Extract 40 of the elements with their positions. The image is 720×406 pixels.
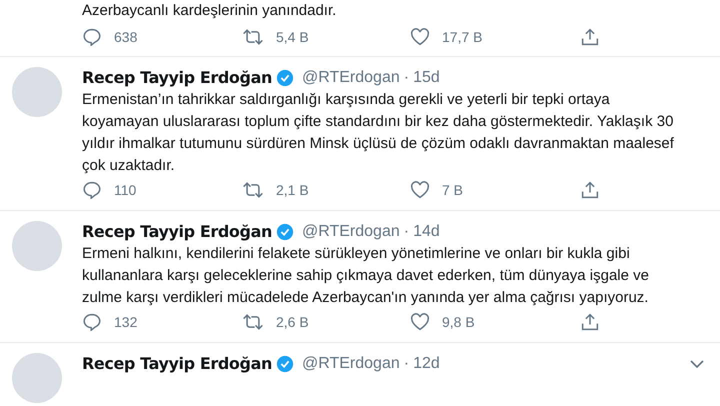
tweet-text: Azerbaycanlı kardeşlerinin yanındadır. xyxy=(82,1,338,21)
author-name[interactable]: Recep Tayyip Erdoğan xyxy=(82,66,272,90)
caret-icon[interactable] xyxy=(690,359,704,369)
heart-icon[interactable] xyxy=(410,28,430,46)
author-handle[interactable]: @RTErdogan xyxy=(302,220,400,244)
verified-badge-icon xyxy=(276,355,294,373)
verified-badge-icon xyxy=(276,223,294,241)
like-count: 17,7 B xyxy=(442,28,482,46)
author-handle[interactable]: @RTErdogan xyxy=(302,352,400,376)
author-name[interactable]: Recep Tayyip Erdoğan xyxy=(82,352,272,376)
verified-badge-icon xyxy=(276,69,294,87)
reply-icon[interactable] xyxy=(82,181,102,199)
reply-icon[interactable] xyxy=(82,28,102,46)
tweet-text: Ermenistan’ın tahrikkar saldırganlığı karşısında gerekli ve yeterli bir tepki ortaya koyamayan uluslararası toplum çifte standardını bir kez daha göstermektedir. Yaklaşık 30 yıldır ihmalkar tutumunu sürdüren Minsk üçlüsü de çözüm odaklı davranmaktan maalesef çok uzaktadır. xyxy=(82,90,675,176)
author-handle[interactable]: @RTErdogan xyxy=(302,66,400,90)
separator-dot: · xyxy=(404,68,410,88)
heart-icon[interactable] xyxy=(410,313,430,331)
share-icon[interactable] xyxy=(580,181,600,199)
tweet-time[interactable]: 12d xyxy=(413,352,440,376)
author-name[interactable]: Recep Tayyip Erdoğan xyxy=(82,220,272,244)
reply-count: 110 xyxy=(114,180,136,200)
reply-icon[interactable] xyxy=(82,313,102,331)
separator-dot: · xyxy=(404,354,410,374)
reply-count: 132 xyxy=(114,312,138,332)
retweet-icon[interactable] xyxy=(242,181,264,199)
tweet-time[interactable]: 14d xyxy=(413,220,440,244)
retweet-icon[interactable] xyxy=(242,313,264,331)
retweet-count: 5,4 B xyxy=(276,28,309,46)
reply-count: 638 xyxy=(114,28,138,46)
retweet-count: 2,6 B xyxy=(276,312,309,332)
like-count: 9,8 B xyxy=(442,312,475,332)
share-icon[interactable] xyxy=(580,28,600,46)
retweet-count: 2,1 B xyxy=(276,180,309,200)
share-icon[interactable] xyxy=(580,313,600,331)
tweet-text: Ermeni halkını, kendilerini felakete sürükleyen yönetimlerine ve onları bir kukla gibi kullananlara karşı geleceklerine sahip çıkmaya davet ederken, tüm dünyaya işgale ve zulme karşı verdikleri mücadelede Azerbaycan'ın yanında yer alma çağrısı yapıyoruz. xyxy=(82,244,650,308)
like-count: 7 B xyxy=(442,180,464,200)
heart-icon[interactable] xyxy=(410,181,430,199)
retweet-icon[interactable] xyxy=(242,28,264,46)
tweet-time[interactable]: 15d xyxy=(413,66,440,90)
separator-dot: · xyxy=(404,222,410,242)
